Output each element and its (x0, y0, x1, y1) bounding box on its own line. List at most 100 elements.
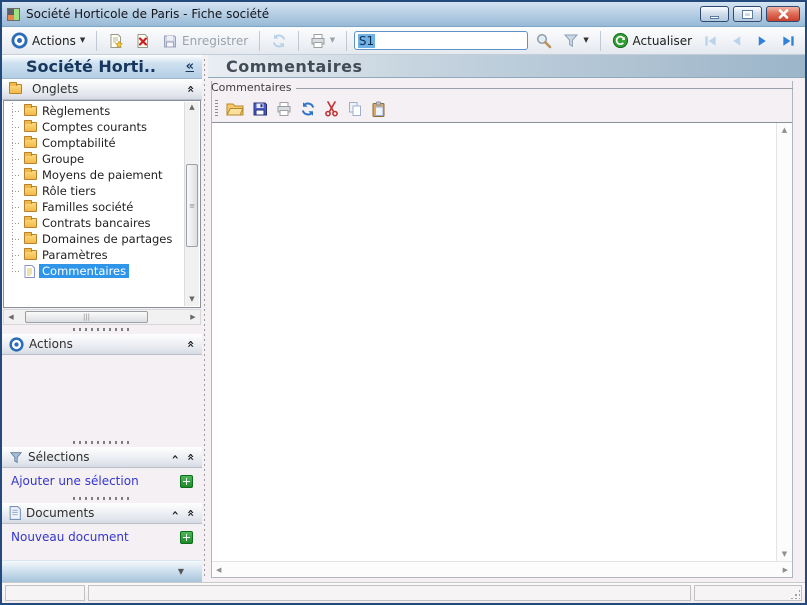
section-header-actions[interactable]: Actions « (2, 334, 202, 355)
tree-item-domaines-de-partages[interactable]: Domaines de partages (8, 231, 183, 247)
tree-item-parametres[interactable]: Paramètres (8, 247, 183, 263)
save-icon (164, 35, 177, 47)
collapse-section-icon[interactable]: « (184, 85, 198, 93)
scroll-down-icon[interactable]: ▼ (189, 294, 194, 306)
splitter-handle[interactable] (2, 494, 202, 503)
tree-item-reglements[interactable]: Règlements (8, 103, 183, 119)
tree-item-label: Contrats bancaires (42, 216, 151, 230)
filter-caret-down-icon: ▼ (583, 36, 589, 44)
scroll-left-icon[interactable]: ◀ (6, 313, 16, 321)
paste-clipboard-icon (372, 101, 385, 117)
maximize-button[interactable] (733, 6, 762, 22)
filter-button[interactable]: ▼ (559, 31, 592, 50)
groupbox-label-row: Commentaires (211, 80, 793, 95)
actualiser-button[interactable]: Actualiser (608, 30, 697, 51)
resize-grip[interactable] (790, 589, 800, 599)
toolbar-grip-handle[interactable] (215, 99, 218, 118)
cut-scissors-icon (325, 100, 338, 116)
folder-icon (24, 104, 37, 116)
new-record-button[interactable] (104, 31, 128, 51)
sidebar-overflow-bar[interactable]: ▼ (2, 560, 202, 582)
editor-horizontal-scrollbar[interactable]: ◀ ▶ (212, 561, 792, 577)
toolbar-separator (96, 30, 98, 51)
delete-icon (137, 33, 149, 48)
add-selection-link[interactable]: Ajouter une sélection (11, 474, 139, 488)
tree-item-comptes-courants[interactable]: Comptes courants (8, 119, 183, 135)
open-folder-icon (226, 103, 244, 116)
nav-next-icon (758, 35, 766, 46)
search-value-selected: S1 (357, 33, 376, 48)
onglets-tree: Règlements Comptes courants Comptabilité… (3, 100, 201, 308)
actions-menu-button[interactable]: Actions ▼ (7, 30, 89, 51)
add-selection-plus-icon[interactable] (180, 474, 193, 488)
tree-item-commentaires-selected[interactable]: Commentaires (8, 263, 183, 279)
delete-record-button[interactable] (131, 31, 155, 51)
onglets-label: Onglets (32, 82, 79, 96)
toolbar-separator (259, 30, 260, 51)
nav-first-button[interactable] (699, 32, 722, 50)
print-icon (311, 33, 325, 48)
tree-item-groupe[interactable]: Groupe (8, 151, 183, 167)
section-header-documents[interactable]: Documents ‹ « (2, 503, 202, 524)
collapse-section-icon[interactable]: « (184, 340, 198, 348)
minimize-button[interactable] (700, 6, 729, 22)
new-document-plus-icon[interactable] (180, 530, 193, 544)
caret-down-icon[interactable]: ▼ (178, 567, 184, 576)
folder-icon (24, 120, 37, 132)
scrollbar-thumb[interactable]: ≡ (186, 164, 198, 248)
section-header-onglets[interactable]: Onglets « (2, 79, 202, 100)
nav-previous-button[interactable] (725, 32, 748, 50)
tree-item-contrats-bancaires[interactable]: Contrats bancaires (8, 215, 183, 231)
tree-item-role-tiers[interactable]: Rôle tiers (8, 183, 183, 199)
scroll-right-icon[interactable]: ▶ (783, 566, 788, 574)
documents-page-icon (9, 506, 21, 520)
section-header-selections[interactable]: Sélections ‹ « (2, 447, 202, 468)
comments-editor[interactable] (212, 123, 776, 561)
editor-vertical-scrollbar[interactable]: ▲ ▼ (776, 123, 792, 561)
tree-item-label: Rôle tiers (42, 184, 96, 198)
save-floppy-icon (253, 102, 267, 115)
print-button[interactable] (276, 101, 292, 117)
splitter-handle[interactable] (2, 438, 202, 447)
print-button[interactable]: ▼ (306, 31, 339, 51)
nav-next-button[interactable] (751, 32, 774, 50)
copy-icon (349, 101, 361, 116)
nav-last-button[interactable] (777, 32, 800, 50)
new-document-link[interactable]: Nouveau document (11, 530, 129, 544)
scroll-down-icon[interactable]: ▼ (782, 550, 787, 558)
refresh-button[interactable] (300, 101, 316, 117)
tree-horizontal-scrollbar[interactable]: ◀ ||| ▶ (3, 309, 201, 325)
selections-funnel-icon (9, 451, 23, 463)
scroll-right-icon[interactable]: ▶ (188, 313, 198, 321)
search-button[interactable] (531, 30, 556, 51)
scroll-up-icon[interactable]: ▲ (189, 102, 194, 114)
scrollbar-thumb[interactable]: ||| (24, 311, 149, 323)
copy-button[interactable] (347, 101, 363, 117)
save-button[interactable] (252, 101, 268, 117)
collapse-up-icon[interactable]: ‹ (169, 455, 183, 460)
collapse-up-icon[interactable]: ‹ (169, 511, 183, 516)
refresh-button[interactable] (267, 31, 291, 51)
sidebar-title: Société Horti.. (26, 57, 156, 76)
save-button[interactable]: Enregistrer (158, 31, 252, 51)
paste-button[interactable] (371, 101, 386, 117)
collapse-sidebar-icon[interactable]: « (186, 59, 194, 74)
documents-section-label: Documents (26, 506, 95, 520)
tree-item-label: Commentaires (39, 264, 130, 278)
tree-vertical-scrollbar[interactable]: ▲ ≡ ▼ (184, 102, 199, 306)
scroll-left-icon[interactable]: ◀ (216, 566, 221, 574)
sidebar-splitter[interactable] (202, 55, 208, 582)
collapse-section-icon[interactable]: « (184, 453, 198, 461)
tree-item-moyens-de-paiement[interactable]: Moyens de paiement (8, 167, 183, 183)
tree-item-familles-societe[interactable]: Familles société (8, 199, 183, 215)
save-label: Enregistrer (182, 33, 249, 48)
search-input[interactable]: S1 (353, 31, 529, 50)
collapse-section-icon[interactable]: « (184, 509, 198, 517)
tree-item-label: Familles société (42, 200, 134, 214)
close-button[interactable] (766, 6, 800, 22)
tree-item-comptabilite[interactable]: Comptabilité (8, 135, 183, 151)
scroll-up-icon[interactable]: ▲ (782, 126, 787, 134)
splitter-handle[interactable] (2, 325, 202, 334)
open-button[interactable] (226, 101, 244, 116)
cut-button[interactable] (324, 100, 339, 117)
